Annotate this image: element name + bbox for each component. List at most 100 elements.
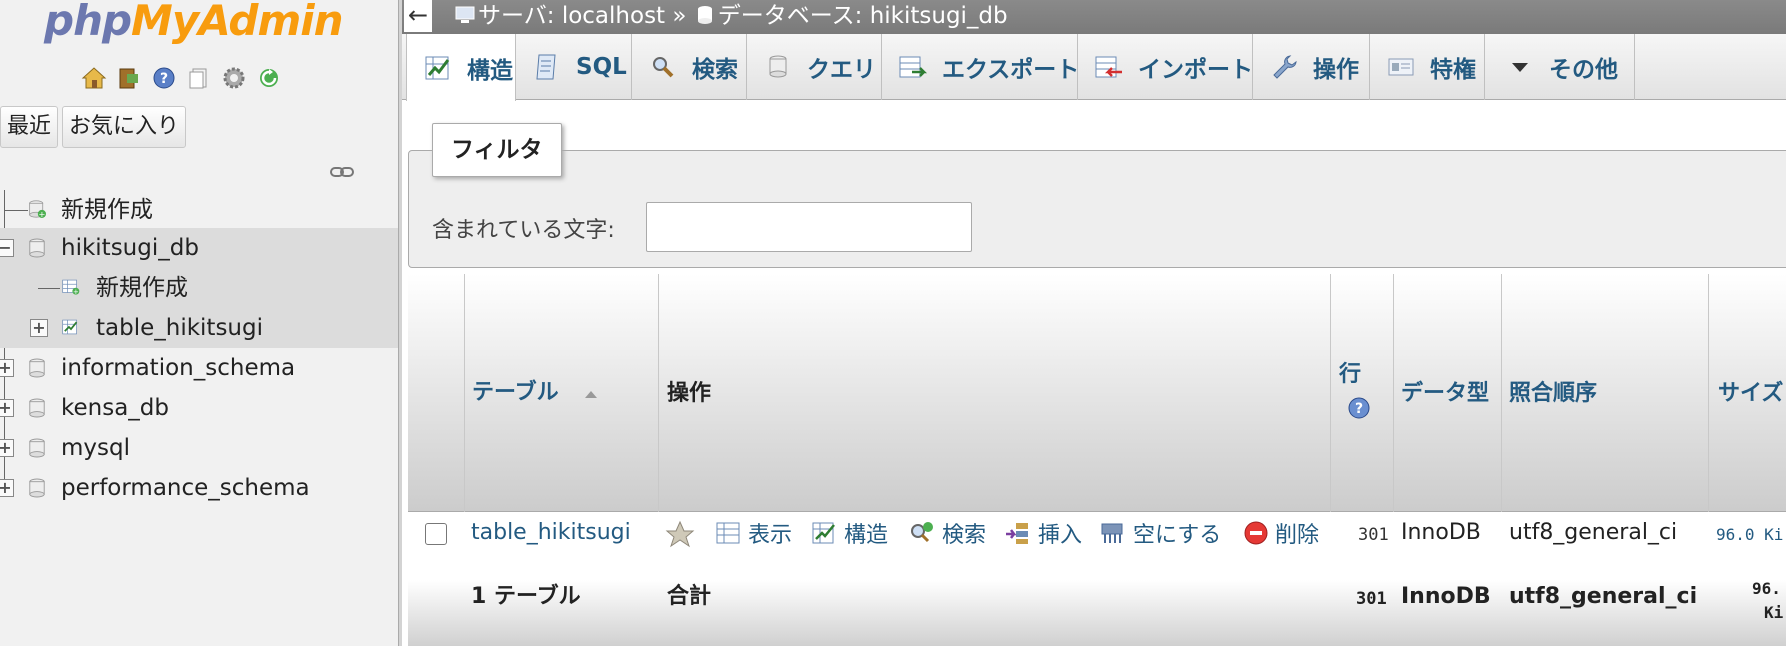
home-icon[interactable] <box>80 64 107 91</box>
empty-icon <box>1101 523 1123 543</box>
table-name-link[interactable]: table_hikitsugi <box>471 518 631 548</box>
tab-structure[interactable]: 構造 <box>406 34 516 101</box>
structure-action[interactable]: 構造 <box>812 518 888 548</box>
expand-icon[interactable]: + <box>0 479 14 497</box>
footer-table-count: 1 テーブル <box>471 584 581 609</box>
wrench-icon <box>1269 52 1299 82</box>
column-divider <box>658 274 659 512</box>
tab-label: エクスポート <box>942 57 1080 83</box>
tab-label: SQL <box>576 54 627 80</box>
breadcrumb-database[interactable]: データベース: hikitsugi_db <box>718 3 1008 29</box>
expand-icon[interactable]: + <box>0 359 14 377</box>
svg-text:+: + <box>73 288 79 296</box>
export-icon <box>898 52 928 82</box>
insert-action[interactable]: 挿入 <box>1004 518 1082 548</box>
reload-icon[interactable] <box>255 64 282 91</box>
nav-icon-bar: ? <box>80 64 282 91</box>
help-icon[interactable]: ? <box>150 64 177 91</box>
structure-icon <box>812 522 835 544</box>
tree-item-information-schema[interactable]: + information_schema <box>0 348 398 388</box>
expand-icon[interactable]: + <box>30 319 48 337</box>
tab-import[interactable]: インポート <box>1078 34 1253 100</box>
new-database-icon: + <box>29 200 46 219</box>
delete-icon <box>1244 521 1268 545</box>
expand-icon[interactable]: + <box>0 399 14 417</box>
empty-action[interactable]: 空にする <box>1099 518 1221 548</box>
search-icon <box>911 522 933 543</box>
insert-icon <box>1006 523 1028 544</box>
tab-sql[interactable]: SQL <box>516 34 632 100</box>
sort-ascending-icon <box>585 391 598 398</box>
column-divider <box>1501 274 1502 512</box>
breadcrumb-server[interactable]: サーバ: localhost <box>478 3 665 29</box>
tab-label: その他 <box>1549 57 1618 83</box>
tree-item-table-hikitsugi[interactable]: + table_hikitsugi <box>0 308 398 348</box>
link-with-main-icon[interactable] <box>330 164 354 183</box>
tree-item-hikitsugi-db[interactable]: − hikitsugi_db <box>0 228 398 268</box>
browse-action[interactable]: 表示 <box>716 518 792 548</box>
filter-legend: フィルタ <box>432 123 562 177</box>
navigation-panel: phpMyAdmin ? 最近 お気に入り + 新規作成 − hikitsugi… <box>0 0 398 646</box>
tab-operations[interactable]: 操作 <box>1253 34 1370 100</box>
new-table-icon: + <box>62 279 80 296</box>
breadcrumb-separator: » <box>672 3 687 29</box>
tree-item-performance-schema[interactable]: + performance_schema <box>0 468 398 508</box>
tree-item-new-table[interactable]: + 新規作成 <box>0 268 398 308</box>
table-size[interactable]: 96.0 Ki <box>1716 520 1783 550</box>
tree-item-mysql[interactable]: + mysql <box>0 428 398 468</box>
tab-privileges[interactable]: 特権 <box>1370 34 1485 100</box>
settings-icon[interactable] <box>220 64 247 91</box>
exit-icon[interactable] <box>115 64 142 91</box>
server-icon <box>455 6 475 23</box>
tab-label: 特権 <box>1430 57 1476 83</box>
drop-action[interactable]: 削除 <box>1243 518 1319 548</box>
column-divider <box>1393 274 1394 512</box>
tree-item-kensa-db[interactable]: + kensa_db <box>0 388 398 428</box>
search-icon <box>648 52 678 82</box>
browse-icon <box>716 522 740 544</box>
filter-label: 含まれている文字: <box>432 218 615 243</box>
column-header-label: テーブル <box>472 380 559 405</box>
filter-input[interactable] <box>646 202 972 252</box>
column-header-collation[interactable]: 照合順序 <box>1509 375 1597 407</box>
storage-engine: InnoDB <box>1401 520 1481 545</box>
tab-more[interactable]: その他 <box>1485 34 1635 100</box>
tab-query[interactable]: クエリ <box>747 34 882 100</box>
footer-size-line2: Ki <box>1764 603 1784 622</box>
action-label: 削除 <box>1275 523 1320 548</box>
column-header-rows[interactable]: 行 <box>1339 356 1361 388</box>
search-action[interactable]: 検索 <box>908 518 986 548</box>
tree-item-new-database[interactable]: + 新規作成 <box>0 190 398 230</box>
recent-tab[interactable]: 最近 <box>0 106 59 148</box>
database-icon <box>29 238 45 258</box>
main-tabs: 構造 SQL 検索 クエリ エクスポート インポート 操作 特権 その他 <box>402 34 1786 101</box>
tree-item-label: hikitsugi_db <box>61 235 199 261</box>
action-label: 空にする <box>1133 523 1222 548</box>
action-label: 検索 <box>942 523 987 548</box>
column-divider <box>464 274 465 512</box>
collapse-icon[interactable]: − <box>0 239 14 257</box>
tree-item-label: performance_schema <box>61 475 310 501</box>
phpmyadmin-logo[interactable]: phpMyAdmin <box>44 0 344 45</box>
favorite-star-icon[interactable] <box>665 520 695 548</box>
row-checkbox[interactable] <box>425 523 447 545</box>
expand-icon[interactable]: + <box>0 439 14 457</box>
database-icon <box>29 478 45 498</box>
collapse-nav-arrow-icon[interactable]: ← <box>404 0 432 32</box>
column-header-table[interactable]: テーブル <box>472 374 598 406</box>
tree-connector <box>4 210 28 211</box>
column-divider <box>1330 274 1331 512</box>
documentation-icon[interactable] <box>185 64 212 91</box>
column-header-type[interactable]: データ型 <box>1401 375 1489 407</box>
svg-text:?: ? <box>159 71 167 87</box>
action-label: 挿入 <box>1038 523 1083 548</box>
collation: utf8_general_ci <box>1509 520 1678 545</box>
row-count: 301 <box>1358 525 1389 545</box>
tab-label: 操作 <box>1313 57 1359 83</box>
help-icon[interactable]: ? <box>1347 396 1371 420</box>
column-header-actions: 操作 <box>667 381 712 406</box>
favorites-tab[interactable]: お気に入り <box>62 106 187 148</box>
tab-search[interactable]: 検索 <box>632 34 747 100</box>
tab-export[interactable]: エクスポート <box>882 34 1080 100</box>
column-header-size[interactable]: サイズ <box>1718 375 1783 407</box>
